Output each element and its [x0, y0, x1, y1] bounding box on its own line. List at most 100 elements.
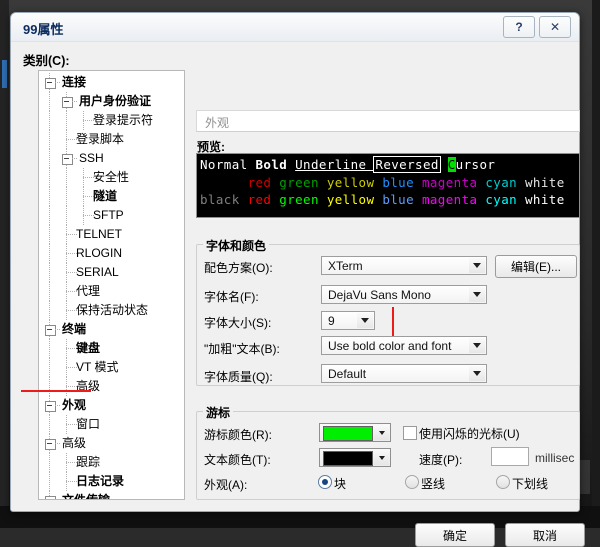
font-quality-label: 字体质量(Q): — [204, 368, 273, 385]
tree-item[interactable]: 窗口 — [39, 415, 184, 434]
speed-label: 速度(P): — [419, 451, 462, 468]
chevron-down-icon — [374, 450, 389, 465]
edit-scheme-button[interactable]: 编辑(E)... — [495, 255, 577, 278]
chevron-down-icon — [357, 313, 373, 328]
category-tree[interactable]: 连接用户身份验证登录提示符登录脚本SSH安全性隧道SFTPTELNETRLOGI… — [38, 70, 185, 500]
tree-item[interactable]: 连接 — [39, 73, 184, 92]
font-name-combo[interactable]: DejaVu Sans Mono — [321, 285, 487, 304]
tree-item-label: 登录提示符 — [93, 111, 153, 130]
terminal-preview: Normal Bold Underline Reversed Cursor re… — [196, 153, 580, 218]
chevron-down-icon — [374, 425, 389, 440]
tree-item[interactable]: 跟踪 — [39, 453, 184, 472]
cursor-color-button[interactable] — [319, 423, 391, 442]
font-size-combo[interactable]: 9 — [321, 311, 375, 330]
tree-item-label: 高级 — [76, 377, 100, 396]
tree-item[interactable]: 登录提示符 — [39, 111, 184, 130]
tree-expander-icon[interactable] — [62, 97, 73, 108]
tree-item-label: SFTP — [93, 206, 124, 225]
close-button[interactable]: ✕ — [539, 16, 571, 38]
preview-row-normal-colors: red green yellow blue magenta cyan white — [200, 175, 565, 190]
tree-expander-icon[interactable] — [62, 154, 73, 165]
ok-button[interactable]: 确定 — [415, 523, 495, 547]
tree-item-label: 外观 — [62, 396, 86, 415]
cancel-button[interactable]: 取消 — [505, 523, 585, 547]
tree-item[interactable]: 用户身份验证 — [39, 92, 184, 111]
tree-item[interactable]: SSH — [39, 149, 184, 168]
font-name-label: 字体名(F): — [204, 288, 259, 305]
tree-item-label: 日志记录 — [76, 472, 124, 491]
tree-item[interactable]: 外观 — [39, 396, 184, 415]
tree-expander-icon[interactable] — [45, 78, 56, 89]
appearance-radio-vertical[interactable] — [405, 475, 419, 489]
annotation-underline — [21, 390, 91, 392]
tree-item[interactable]: TELNET — [39, 225, 184, 244]
tree-item[interactable]: 文件传输 — [39, 491, 184, 500]
appearance-label-underline: 下划线 — [512, 475, 548, 492]
tree-item-label: 保持活动状态 — [76, 301, 148, 320]
tree-item-label: RLOGIN — [76, 244, 122, 263]
tree-item-label: 用户身份验证 — [79, 92, 151, 111]
tree-item-label: 键盘 — [76, 339, 100, 358]
blink-cursor-checkbox[interactable] — [403, 426, 417, 440]
tree-item[interactable]: SFTP — [39, 206, 184, 225]
color-scheme-label: 配色方案(O): — [204, 259, 273, 276]
speed-input[interactable] — [491, 447, 529, 466]
tree-item-label: SSH — [79, 149, 104, 168]
tree-item-label: 高级 — [62, 434, 86, 453]
tree-item[interactable]: SERIAL — [39, 263, 184, 282]
bold-text-label: "加粗"文本(B): — [204, 340, 280, 357]
page-header-field: 外观 — [196, 110, 580, 132]
tree-expander-icon[interactable] — [45, 401, 56, 412]
font-quality-combo[interactable]: Default — [321, 364, 487, 383]
tree-expander-icon[interactable] — [45, 325, 56, 336]
cursor-group-title: 游标 — [203, 404, 233, 421]
category-label: 类别(C): — [23, 50, 70, 69]
color-scheme-combo[interactable]: XTerm — [321, 256, 487, 275]
chevron-down-icon — [469, 287, 485, 302]
tree-item[interactable]: 高级 — [39, 377, 184, 396]
tree-item[interactable]: 安全性 — [39, 168, 184, 187]
tree-expander-icon[interactable] — [45, 496, 56, 500]
tree-item-label: VT 模式 — [76, 358, 118, 377]
font-quality-value: Default — [328, 367, 366, 381]
tree-item-label: TELNET — [76, 225, 122, 244]
chevron-down-icon — [469, 338, 485, 353]
chevron-down-icon — [469, 366, 485, 381]
text-color-chip — [323, 451, 373, 466]
tree-item[interactable]: 日志记录 — [39, 472, 184, 491]
page-header-title: 外观 — [205, 114, 229, 131]
appearance-radio-block[interactable] — [318, 475, 332, 489]
tree-item[interactable]: 终端 — [39, 320, 184, 339]
appearance-radio-underline[interactable] — [496, 475, 510, 489]
appearance-label-vertical: 竖线 — [421, 475, 445, 492]
chevron-down-icon — [469, 258, 485, 273]
tree-item[interactable]: 键盘 — [39, 339, 184, 358]
font-color-group-title: 字体和颜色 — [203, 237, 269, 254]
tree-item[interactable]: 代理 — [39, 282, 184, 301]
tree-item-label: 窗口 — [76, 415, 100, 434]
font-name-value: DejaVu Sans Mono — [328, 288, 431, 302]
help-button[interactable]: ? — [503, 16, 535, 38]
tree-item[interactable]: 高级 — [39, 434, 184, 453]
tree-item[interactable]: 登录脚本 — [39, 130, 184, 149]
desktop-right-edge — [592, 0, 600, 528]
tree-item-label: 连接 — [62, 73, 86, 92]
tree-item-label: SERIAL — [76, 263, 119, 282]
blink-cursor-label: 使用闪烁的光标(U) — [419, 425, 520, 442]
bold-text-value: Use bold color and font — [328, 339, 451, 353]
tree-item[interactable]: RLOGIN — [39, 244, 184, 263]
tree-expander-icon[interactable] — [45, 439, 56, 450]
bold-text-combo[interactable]: Use bold color and font — [321, 336, 487, 355]
appearance-label-block: 块 — [334, 475, 346, 492]
appearance-label: 外观(A): — [204, 476, 247, 493]
tree-item[interactable]: VT 模式 — [39, 358, 184, 377]
tree-item-label: 代理 — [76, 282, 100, 301]
font-size-value: 9 — [328, 314, 335, 328]
tree-item-label: 隧道 — [93, 187, 117, 206]
text-color-button[interactable] — [319, 448, 391, 467]
tree-item[interactable]: 保持活动状态 — [39, 301, 184, 320]
dialog-body: 类别(C): 连接用户身份验证登录提示符登录脚本SSH安全性隧道SFTPTELN… — [11, 42, 579, 513]
cursor-color-chip — [323, 426, 373, 441]
tree-item[interactable]: 隧道 — [39, 187, 184, 206]
title-bar: 99属性 ? ✕ — [11, 13, 579, 42]
